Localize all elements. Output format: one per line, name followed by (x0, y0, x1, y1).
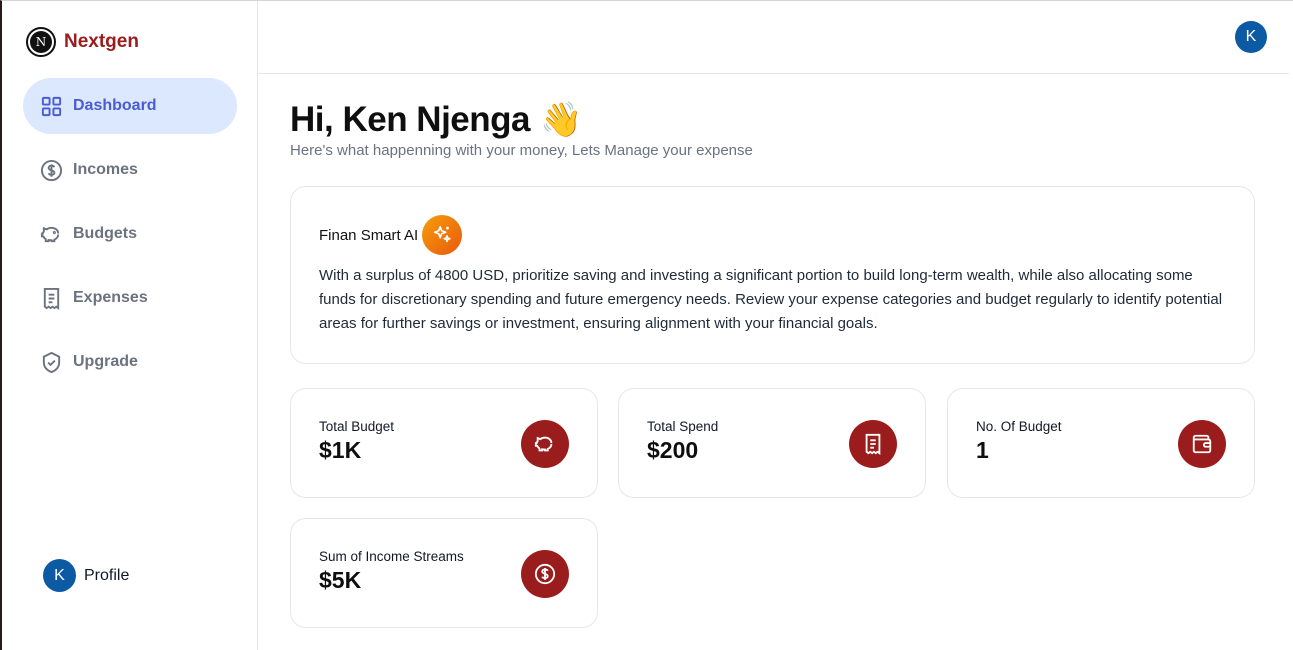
sidebar-item-label: Upgrade (73, 353, 138, 370)
sidebar-item-label: Incomes (73, 161, 138, 178)
brand-logo-letter: N (30, 31, 52, 53)
sidebar-item-upgrade[interactable]: Upgrade (23, 334, 237, 390)
wallet-icon (1178, 420, 1226, 468)
top-bar: K (258, 1, 1289, 74)
stat-card-total-spend: Total Spend $200 (618, 388, 926, 498)
profile-link[interactable]: K Profile (43, 559, 129, 592)
sidebar-item-budgets[interactable]: Budgets (23, 206, 237, 262)
sidebar-item-label: Budgets (73, 225, 137, 242)
page-title: Hi, Ken Njenga 👋 (290, 100, 1256, 140)
receipt-icon (849, 420, 897, 468)
ai-card-header: Finan Smart AI (319, 215, 1226, 255)
ai-card-text: With a surplus of 4800 USD, prioritize s… (319, 267, 1223, 332)
avatar: K (43, 559, 76, 592)
dollar-circle-icon (40, 159, 63, 181)
receipt-icon (43, 287, 60, 310)
stat-card-income-streams: Sum of Income Streams $5K (290, 518, 598, 628)
ai-card-title: Finan Smart AI (319, 226, 419, 244)
sparkles-icon (422, 215, 463, 255)
stat-card-total-budget: Total Budget $1K (290, 388, 598, 498)
vertical-scrollbar[interactable] (1287, 1, 1293, 650)
piggy-bank-icon (521, 420, 569, 468)
ai-insight-card: Finan Smart AI With a surplus of 4800 US… (290, 186, 1255, 364)
shield-check-icon (42, 351, 61, 373)
sidebar-item-dashboard[interactable]: Dashboard (23, 78, 237, 134)
brand[interactable]: N Nextgen (26, 27, 139, 57)
greeting-text: Hi, Ken Njenga (290, 100, 530, 139)
stat-card-budget-count: No. Of Budget 1 (947, 388, 1255, 498)
wave-emoji: 👋 (539, 101, 582, 139)
sidebar-item-label: Expenses (73, 289, 148, 306)
sidebar-item-expenses[interactable]: Expenses (23, 270, 237, 326)
user-avatar-button[interactable]: K (1235, 21, 1267, 53)
brand-name: Nextgen (64, 31, 139, 52)
grid-icon (41, 96, 62, 116)
brand-logo: N (26, 27, 56, 57)
dollar-circle-icon (521, 550, 569, 598)
piggy-bank-icon (40, 226, 60, 242)
sidebar-nav: Dashboard Incomes Budgets Expenses Upgra… (23, 78, 237, 398)
sidebar: N Nextgen Dashboard Incomes Budgets Expe… (2, 1, 258, 650)
dashboard-main: Hi, Ken Njenga 👋 Here's what happenning … (290, 100, 1256, 628)
sidebar-item-incomes[interactable]: Incomes (23, 142, 237, 198)
profile-label: Profile (84, 566, 130, 584)
sidebar-item-label: Dashboard (73, 97, 157, 114)
page-subtitle: Here's what happenning with your money, … (290, 142, 753, 159)
